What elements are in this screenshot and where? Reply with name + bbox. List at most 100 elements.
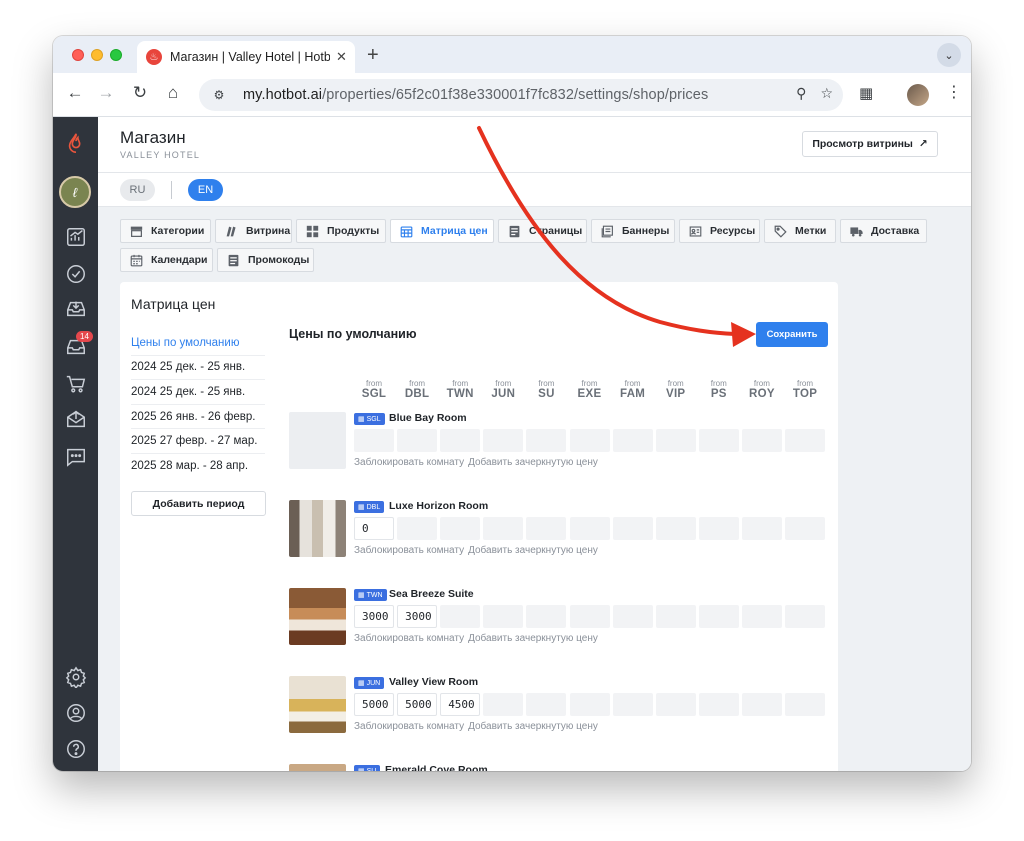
tab-search-chevron-icon[interactable]: ⌄ [937,43,961,67]
avatar[interactable]: ℓ [59,176,91,208]
price-input-sgl[interactable]: 0 [354,517,394,540]
price-input-exe[interactable] [569,693,610,716]
lang-ru-button[interactable]: RU [120,179,155,201]
price-input-ps[interactable] [698,429,739,452]
tab-resources[interactable]: Ресурсы [679,219,760,243]
back-arrow-icon[interactable]: ← [63,83,87,103]
price-input-twn[interactable] [440,429,481,452]
analytics-icon[interactable] [64,225,87,248]
block-room-link[interactable]: Заблокировать комнату [354,545,464,556]
zoom-icon[interactable]: ⚲ [796,85,806,102]
price-input-fam[interactable] [612,605,653,628]
tab-showcase[interactable]: Витрина [215,219,292,243]
price-input-vip[interactable] [655,605,696,628]
price-input-dbl[interactable]: 5000 [397,693,438,716]
site-settings-icon[interactable]: ⚙ [209,85,229,105]
mail-icon[interactable] [64,407,87,430]
browser-tab[interactable]: ♨ Магазин | Valley Hotel | Hotbot ✕ [137,41,355,73]
price-input-exe[interactable] [569,605,610,628]
period-item-default[interactable]: Цены по умолчанию [131,331,265,356]
price-input-vip[interactable] [655,517,696,540]
price-input-ps[interactable] [698,693,739,716]
tab-products[interactable]: Продукты [296,219,386,243]
price-input-sgl[interactable]: 5000 [354,693,394,716]
tasks-icon[interactable] [64,262,87,285]
price-input-fam[interactable] [612,693,653,716]
period-item[interactable]: 2025 26 янв. - 26 февр. [131,405,265,430]
tab-calendars[interactable]: Календари [120,248,213,272]
price-input-su[interactable] [526,517,567,540]
price-input-top[interactable] [785,429,825,452]
price-input-sgl[interactable]: 3000 [354,605,394,628]
browser-menu-icon[interactable]: ⋮ [946,82,962,102]
price-input-su[interactable] [526,693,567,716]
shop-cart-icon[interactable] [64,372,87,395]
address-bar[interactable]: ⚙ my.hotbot.ai/properties/65f2c01f38e330… [199,79,843,111]
inbox-icon[interactable] [64,297,87,320]
price-input-roy[interactable] [741,605,782,628]
price-input-ps[interactable] [698,605,739,628]
tab-categories[interactable]: Категории [120,219,211,243]
bookmark-star-icon[interactable]: ☆ [820,85,833,102]
price-input-twn[interactable]: 4500 [440,693,481,716]
price-input-top[interactable] [785,605,825,628]
price-input-fam[interactable] [612,517,653,540]
block-room-link[interactable]: Заблокировать комнату [354,457,464,468]
lang-en-button[interactable]: EN [188,179,223,201]
tab-tags[interactable]: Метки [764,219,836,243]
period-item[interactable]: 2025 28 мар. - 28 апр. [131,454,265,479]
price-input-dbl[interactable] [397,429,438,452]
tab-price-matrix[interactable]: Матрица цен [390,219,494,243]
add-strikethrough-price-link[interactable]: Добавить зачеркнутую цену [468,457,598,468]
price-input-top[interactable] [785,517,825,540]
period-item[interactable]: 2024 25 дек. - 25 янв. [131,380,265,405]
help-icon[interactable] [64,737,87,760]
price-input-top[interactable] [785,693,825,716]
price-input-dbl[interactable]: 3000 [397,605,438,628]
price-input-jun[interactable] [483,605,524,628]
tab-delivery[interactable]: Доставка [840,219,927,243]
price-input-sgl[interactable] [354,429,394,452]
price-input-roy[interactable] [741,517,782,540]
add-strikethrough-price-link[interactable]: Добавить зачеркнутую цену [468,633,598,644]
profile-avatar[interactable] [907,84,929,106]
close-tab-icon[interactable]: ✕ [336,49,347,65]
price-input-twn[interactable] [440,517,481,540]
settings-icon[interactable] [64,665,87,688]
tab-banners[interactable]: Баннеры [591,219,675,243]
price-input-roy[interactable] [741,429,782,452]
extensions-puzzle-icon[interactable]: ▦ [859,84,873,102]
minimize-window-button[interactable] [91,49,103,61]
price-input-su[interactable] [526,429,567,452]
price-input-roy[interactable] [741,693,782,716]
tab-promocodes[interactable]: Промокоды [217,248,314,272]
flame-logo-icon[interactable] [64,131,87,154]
new-tab-icon[interactable]: + [367,44,379,67]
price-input-exe[interactable] [569,517,610,540]
price-input-su[interactable] [526,605,567,628]
block-room-link[interactable]: Заблокировать комнату [354,721,464,732]
add-strikethrough-price-link[interactable]: Добавить зачеркнутую цену [468,545,598,556]
add-period-button[interactable]: Добавить период [131,491,266,516]
price-input-vip[interactable] [655,693,696,716]
add-strikethrough-price-link[interactable]: Добавить зачеркнутую цену [468,721,598,732]
price-input-twn[interactable] [440,605,481,628]
price-input-jun[interactable] [483,429,524,452]
price-input-dbl[interactable] [397,517,438,540]
price-input-exe[interactable] [569,429,610,452]
profile-icon[interactable] [64,701,87,724]
period-item[interactable]: 2024 25 дек. - 25 янв. [131,356,265,381]
block-room-link[interactable]: Заблокировать комнату [354,633,464,644]
price-input-jun[interactable] [483,517,524,540]
tab-pages[interactable]: Страницы [498,219,587,243]
save-button[interactable]: Сохранить [756,322,828,347]
close-window-button[interactable] [72,49,84,61]
price-input-fam[interactable] [612,429,653,452]
reload-icon[interactable]: ↻ [128,83,152,103]
price-input-ps[interactable] [698,517,739,540]
forward-arrow-icon[interactable]: → [94,83,118,103]
chat-icon[interactable] [64,445,87,468]
period-item[interactable]: 2025 27 февр. - 27 мар. [131,429,265,454]
maximize-window-button[interactable] [110,49,122,61]
price-input-vip[interactable] [655,429,696,452]
